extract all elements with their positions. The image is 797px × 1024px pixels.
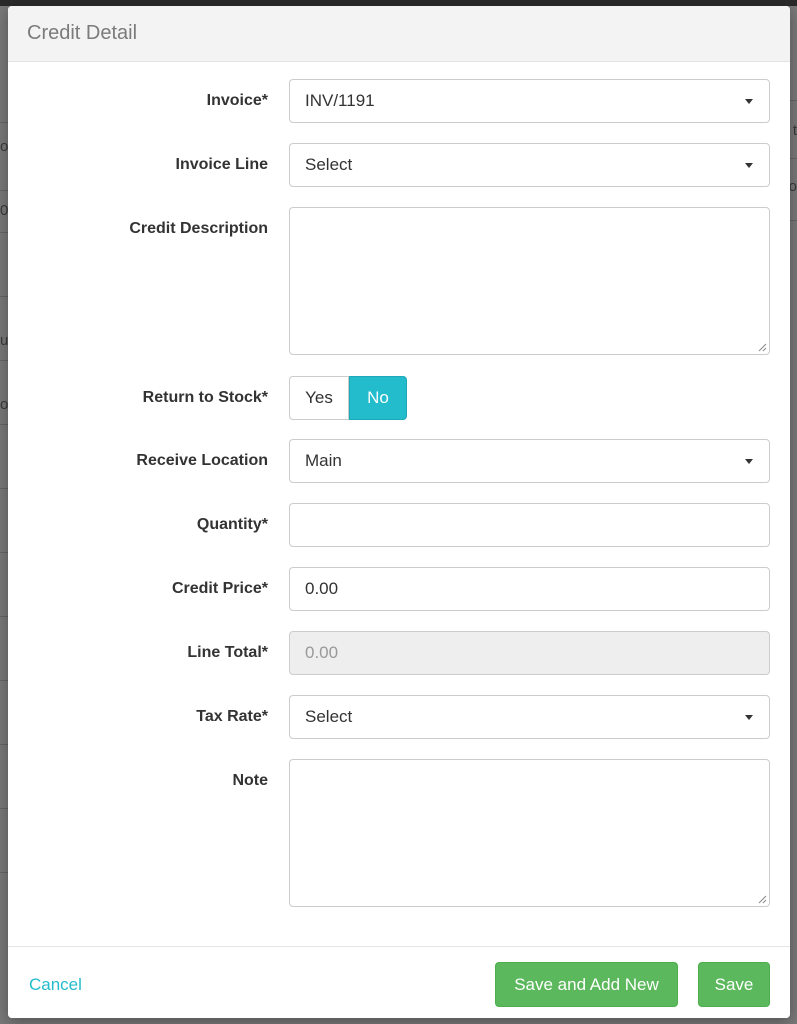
caret-down-icon (745, 99, 753, 104)
save-and-add-new-button[interactable]: Save and Add New (495, 962, 678, 1007)
quantity-input[interactable] (289, 503, 770, 547)
quantity-label: Quantity* (196, 516, 268, 533)
invoice-select[interactable]: INV/1191 (289, 79, 770, 123)
receive-location-select-value: Main (305, 451, 342, 470)
return-to-stock-toggle: Yes No (289, 376, 407, 420)
credit-detail-modal: Credit Detail Invoice* INV/1191 Invoice … (8, 6, 790, 1018)
resize-grip-icon[interactable] (757, 894, 767, 904)
line-total-value: 0.00 (305, 643, 339, 662)
tax-rate-label: Tax Rate* (196, 708, 268, 725)
credit-price-value: 0.00 (305, 579, 339, 598)
credit-description-textarea[interactable] (289, 207, 770, 355)
receive-location-select[interactable]: Main (289, 439, 770, 483)
return-to-stock-no-button[interactable]: No (349, 376, 407, 420)
return-to-stock-label: Return to Stock* (142, 389, 268, 406)
credit-description-label: Credit Description (129, 220, 268, 237)
receive-location-label: Receive Location (136, 452, 268, 469)
tax-rate-select-value: Select (305, 707, 353, 726)
return-to-stock-yes-button[interactable]: Yes (289, 376, 349, 420)
backdrop-text-fragment: t (792, 122, 797, 139)
credit-price-label: Credit Price* (171, 580, 268, 597)
tax-rate-select[interactable]: Select (289, 695, 770, 739)
cancel-link[interactable]: Cancel (29, 975, 82, 995)
invoice-select-value: INV/1191 (305, 91, 375, 110)
invoice-line-select-value: Select (305, 155, 353, 174)
caret-down-icon (745, 163, 753, 168)
note-label: Note (232, 772, 268, 789)
save-button[interactable]: Save (698, 962, 770, 1007)
caret-down-icon (745, 715, 753, 720)
modal-footer: Cancel Save and Add New Save (8, 946, 790, 1018)
modal-header: Credit Detail (8, 6, 790, 62)
resize-grip-icon[interactable] (757, 342, 767, 352)
modal-title: Credit Detail (27, 22, 138, 44)
line-total-label: Line Total* (187, 644, 268, 661)
invoice-line-label: Invoice Line (175, 156, 268, 173)
line-total-input: 0.00 (289, 631, 770, 675)
caret-down-icon (745, 459, 753, 464)
invoice-line-select[interactable]: Select (289, 143, 770, 187)
credit-price-input[interactable]: 0.00 (289, 567, 770, 611)
invoice-label: Invoice* (206, 92, 268, 109)
note-textarea[interactable] (289, 759, 770, 907)
